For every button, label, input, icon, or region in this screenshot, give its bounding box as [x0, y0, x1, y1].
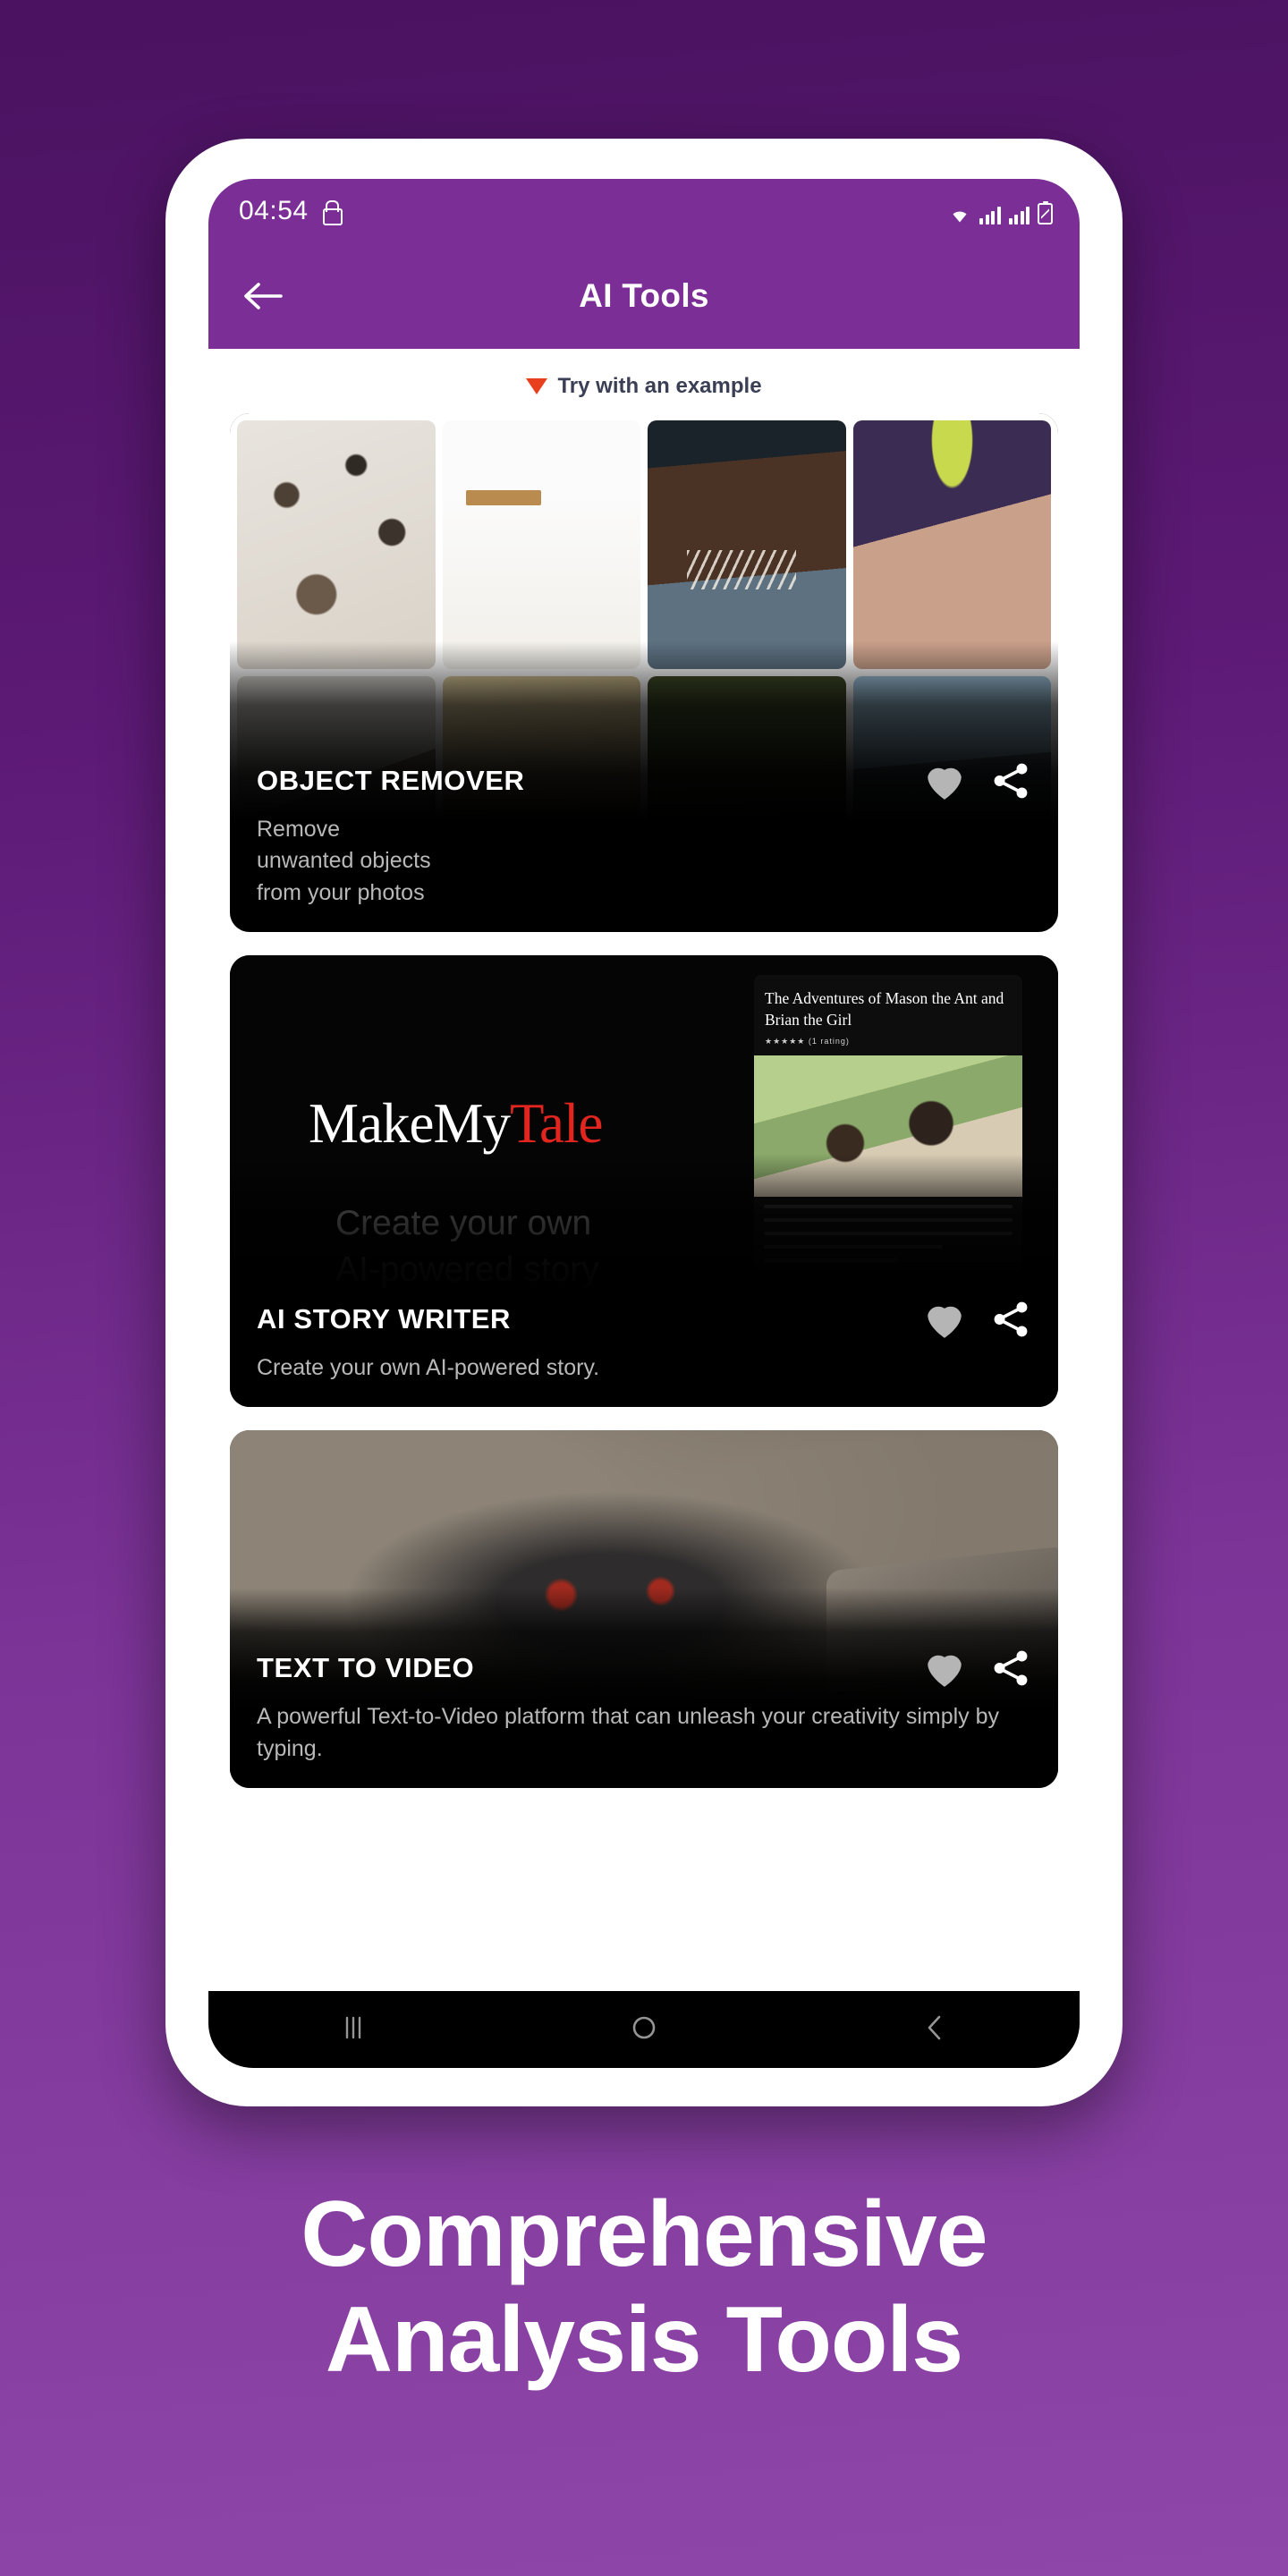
promo-headline: Comprehensive Analysis Tools	[0, 2182, 1288, 2393]
try-with-example-label: Try with an example	[557, 374, 762, 398]
card-title: AI STORY WRITER	[257, 1302, 512, 1335]
logo-text-part1: MakeMy	[309, 1092, 511, 1155]
card-overlay: AI STORY WRITER Create your own AI-power…	[230, 1299, 1058, 1408]
share-icon[interactable]	[990, 760, 1031, 801]
status-bar-right	[948, 198, 1053, 225]
card-description: Remove unwanted objects from your photos	[257, 814, 1031, 910]
app-bar: AI Tools	[208, 243, 1080, 349]
heart-icon[interactable]	[922, 760, 967, 801]
card-overlay: OBJECT REMOVER Remove unwanted objects f…	[230, 760, 1058, 933]
share-icon[interactable]	[990, 1299, 1031, 1340]
tool-card-object-remover[interactable]: OBJECT REMOVER Remove unwanted objects f…	[230, 413, 1058, 932]
tool-card-text-to-video[interactable]: TEXT TO VIDEO A powerful Text-to-Video p…	[230, 1430, 1058, 1788]
system-navigation-bar	[208, 1991, 1080, 2068]
page-title: AI Tools	[579, 277, 709, 314]
story-preview-header: The Adventures of Mason the Ant and Bria…	[754, 975, 1022, 1056]
story-preview-rating: ★★★★★ (1 rating)	[765, 1037, 850, 1046]
card-description-line: unwanted objects	[257, 848, 431, 873]
signal-bars-icon-1	[979, 205, 1001, 225]
wifi-icon	[948, 205, 971, 225]
home-icon[interactable]	[626, 2012, 662, 2047]
card-title-row: AI STORY WRITER	[257, 1299, 1031, 1340]
status-bar-left: 04:54	[239, 196, 343, 226]
example-thumbnail[interactable]	[237, 420, 436, 669]
lock-icon	[321, 199, 343, 225]
logo-text-part2: Tale	[509, 1092, 604, 1155]
card-description: A powerful Text-to-Video platform that c…	[257, 1704, 1000, 1761]
card-title-row: OBJECT REMOVER	[257, 760, 1031, 801]
heart-icon[interactable]	[922, 1648, 967, 1689]
card-title: OBJECT REMOVER	[257, 764, 525, 796]
battery-icon	[1038, 200, 1053, 225]
try-with-example-banner[interactable]: Try with an example	[208, 349, 1080, 413]
share-icon[interactable]	[990, 1648, 1031, 1689]
tool-card-ai-story-writer[interactable]: MakeMyTale Create your own AI-powered st…	[230, 955, 1058, 1407]
story-preview-title: The Adventures of Mason the Ant and Bria…	[765, 989, 1004, 1030]
phone-screen: 04:54 AI Tools Try with an example OBJEC…	[208, 179, 1080, 2068]
card-title: TEXT TO VIDEO	[257, 1652, 475, 1683]
example-thumbnail[interactable]	[648, 420, 846, 669]
signal-bars-icon-2	[1008, 205, 1030, 225]
red-triangle-down-icon	[526, 378, 548, 394]
heart-icon[interactable]	[922, 1299, 967, 1340]
example-thumbnail[interactable]	[442, 420, 640, 669]
card-description-line: Remove	[257, 816, 341, 842]
tool-card-list: OBJECT REMOVER Remove unwanted objects f…	[208, 413, 1080, 1991]
app-content: Try with an example OBJECT REMOVER Remov…	[208, 349, 1080, 1991]
recents-icon[interactable]	[335, 2012, 371, 2047]
card-description-line: from your photos	[257, 879, 425, 905]
card-description: Create your own AI-powered story.	[257, 1354, 600, 1380]
card-title-row: TEXT TO VIDEO	[257, 1648, 1031, 1689]
example-thumbnail[interactable]	[852, 420, 1051, 669]
status-time: 04:54	[239, 196, 309, 225]
back-icon[interactable]	[917, 2012, 953, 2047]
promo-headline-line1: Comprehensive	[301, 2182, 987, 2286]
makemytale-logo: MakeMyTale	[309, 1091, 604, 1157]
status-bar: 04:54	[208, 179, 1080, 243]
card-overlay: TEXT TO VIDEO A powerful Text-to-Video p…	[230, 1648, 1058, 1788]
promo-headline-line2: Analysis Tools	[325, 2287, 963, 2392]
phone-mockup-frame: 04:54 AI Tools Try with an example OBJEC…	[165, 139, 1123, 2106]
